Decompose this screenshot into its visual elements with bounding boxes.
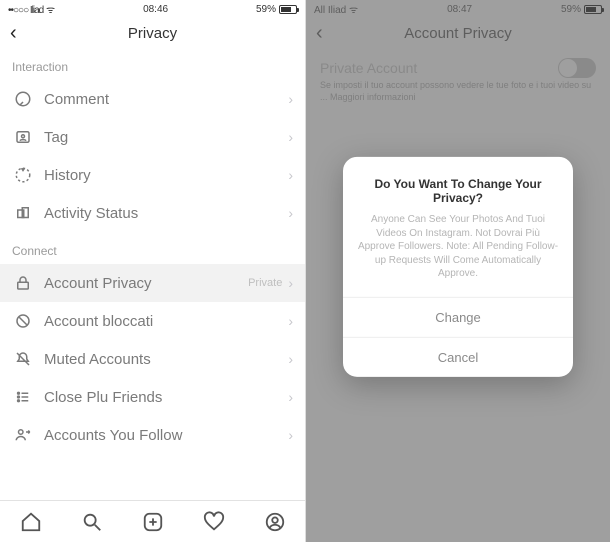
tab-home[interactable] xyxy=(20,511,42,533)
status-time: 08:46 xyxy=(143,4,168,15)
muted-icon xyxy=(12,350,34,368)
screen-privacy: ••○○○ Iliad ᯤ 08:46 59% ‹ Privacy Intera… xyxy=(0,0,305,542)
history-icon xyxy=(12,166,34,184)
row-tag[interactable]: Tag › xyxy=(0,118,305,156)
row-comment[interactable]: Comment › xyxy=(0,80,305,118)
tab-search[interactable] xyxy=(81,511,103,533)
section-connect-label: Connect xyxy=(0,232,305,264)
battery-icon xyxy=(279,5,297,14)
chevron-right-icon: › xyxy=(288,129,293,145)
row-label: Activity Status xyxy=(34,205,288,222)
dialog-title: Do You Want To Change Your Privacy? xyxy=(343,157,573,209)
status-right: 59% xyxy=(256,4,297,15)
row-label: History xyxy=(34,167,288,184)
dialog-change-button[interactable]: Change xyxy=(343,296,573,336)
back-button[interactable]: ‹ xyxy=(10,22,17,45)
tab-profile[interactable] xyxy=(264,511,286,533)
battery-pct: 59% xyxy=(256,4,276,15)
row-accounts-you-follow[interactable]: Accounts You Follow › xyxy=(0,416,305,454)
status-bar: ••○○○ Iliad ᯤ 08:46 59% xyxy=(0,0,305,18)
row-label: Accounts You Follow xyxy=(34,427,288,444)
activity-icon xyxy=(12,204,34,222)
lock-icon xyxy=(12,274,34,292)
chevron-right-icon: › xyxy=(288,351,293,367)
dialog-body: Anyone Can See Your Photos And Tuoi Vide… xyxy=(343,209,573,296)
row-close-friends[interactable]: Close Plu Friends › xyxy=(0,378,305,416)
tab-bar xyxy=(0,500,305,542)
row-history[interactable]: History › xyxy=(0,156,305,194)
chevron-right-icon: › xyxy=(288,205,293,221)
row-label: Account Privacy xyxy=(34,275,248,292)
row-blocked-accounts[interactable]: Account bloccati › xyxy=(0,302,305,340)
chevron-right-icon: › xyxy=(288,275,293,291)
list-connect: Account Privacy Private › Account blocca… xyxy=(0,264,305,454)
dialog-cancel-button[interactable]: Cancel xyxy=(343,336,573,376)
privacy-change-dialog: Do You Want To Change Your Privacy? Anyo… xyxy=(343,157,573,376)
follow-icon xyxy=(12,426,34,444)
comment-icon xyxy=(12,90,34,108)
row-label: Muted Accounts xyxy=(34,351,288,368)
list-interaction: Comment › Tag › History › Activity Statu… xyxy=(0,80,305,232)
nav-bar: ‹ Privacy xyxy=(0,18,305,48)
tag-icon xyxy=(12,128,34,146)
row-label: Tag xyxy=(34,129,288,146)
blocked-icon xyxy=(12,312,34,330)
chevron-right-icon: › xyxy=(288,91,293,107)
section-interaction-label: Interaction xyxy=(0,48,305,80)
list-icon xyxy=(12,388,34,406)
row-account-privacy[interactable]: Account Privacy Private › xyxy=(0,264,305,302)
row-muted-accounts[interactable]: Muted Accounts › xyxy=(0,340,305,378)
wifi-icon: ᯤ xyxy=(46,5,55,16)
chevron-right-icon: › xyxy=(288,167,293,183)
chevron-right-icon: › xyxy=(288,427,293,443)
page-title: Privacy xyxy=(0,25,305,42)
row-label: Account bloccati xyxy=(34,313,288,330)
row-detail: Private xyxy=(248,277,282,289)
chevron-right-icon: › xyxy=(288,389,293,405)
screen-account-privacy: All Iliad ᯤ 08:47 59% ‹ Account Privacy … xyxy=(305,0,610,542)
chevron-right-icon: › xyxy=(288,313,293,329)
row-activity-status[interactable]: Activity Status › xyxy=(0,194,305,232)
row-label: Comment xyxy=(34,91,288,108)
row-label: Close Plu Friends xyxy=(34,389,288,406)
status-carrier: ••○○○ Iliad ᯤ xyxy=(8,2,55,16)
tab-activity[interactable] xyxy=(203,511,225,533)
tab-add[interactable] xyxy=(142,511,164,533)
